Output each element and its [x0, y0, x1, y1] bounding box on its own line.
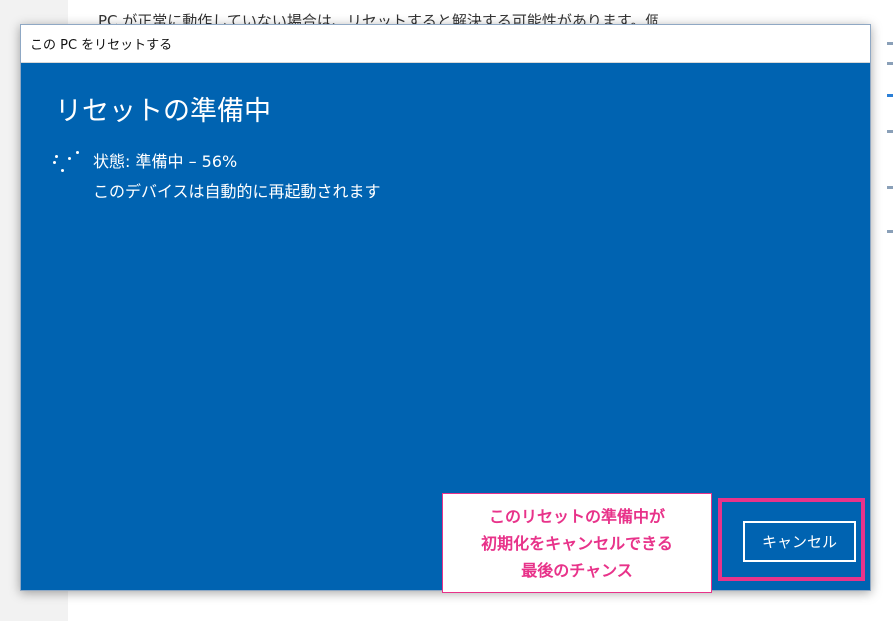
annotation-line-1: このリセットの準備中が	[488, 506, 665, 526]
cancel-button[interactable]: キャンセル	[743, 521, 856, 562]
annotation-callout: このリセットの準備中が 初期化をキャンセルできる 最後のチャンス	[442, 493, 712, 593]
annotation-line-3: 最後のチャンス	[521, 560, 633, 580]
annotation-line-2: 初期化をキャンセルできる	[481, 533, 673, 553]
dialog-titlebar[interactable]: この PC をリセットする	[21, 25, 870, 63]
page-title: リセットの準備中	[55, 96, 271, 127]
background-right-edge	[885, 40, 895, 280]
restart-notice: このデバイスは自動的に再起動されます	[93, 182, 381, 201]
status-text: 状態: 準備中 – 56%	[93, 152, 238, 171]
loading-spinner-icon	[51, 147, 81, 175]
dialog-title: この PC をリセットする	[30, 38, 173, 53]
